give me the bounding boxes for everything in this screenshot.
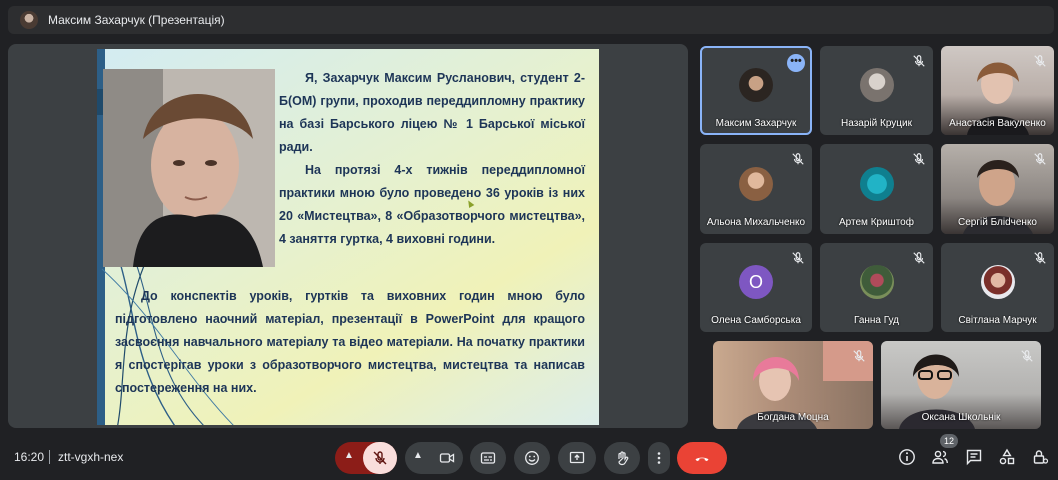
slide-portrait-photo <box>103 69 275 267</box>
participant-tile-oksana[interactable]: Оксана Школьнік <box>881 341 1041 429</box>
divider <box>49 450 50 464</box>
more-options-button[interactable] <box>648 442 670 474</box>
present-icon <box>569 450 585 466</box>
present-screen-button[interactable] <box>558 442 596 474</box>
leave-call-button[interactable] <box>677 442 727 474</box>
camera-control-group: ▲ <box>405 442 463 474</box>
presentation-stage[interactable]: Я, Захарчук Максим Русланович, студент 2… <box>8 44 688 428</box>
participant-name: Артем Криштоф <box>839 217 914 228</box>
participant-avatar <box>859 68 894 103</box>
participant-name: Альона Михальченко <box>706 217 806 228</box>
participant-name: Олена Самборська <box>711 315 801 326</box>
meeting-details-icon[interactable] <box>898 448 916 466</box>
mic-off-icon <box>1033 152 1047 166</box>
presenter-title: Максим Захарчук (Презентація) <box>48 13 225 27</box>
presentation-slide: Я, Захарчук Максим Русланович, студент 2… <box>97 49 599 425</box>
mic-off-icon <box>1020 349 1034 363</box>
participant-tile-maksym[interactable]: ••• Максим Захарчук <box>700 46 812 135</box>
mic-off-icon <box>1033 54 1047 68</box>
mic-options-chevron-icon[interactable]: ▲ <box>344 450 354 461</box>
participant-tile-anastasiia[interactable]: Анастасія Вакуленко <box>941 46 1054 135</box>
activities-icon[interactable] <box>998 448 1016 466</box>
participant-name: Оксана Школьнік <box>921 412 1001 423</box>
mic-off-icon <box>1033 251 1047 265</box>
participant-avatar <box>739 166 773 201</box>
slide-paragraph-3: До конспектів уроків, гуртків та виховни… <box>115 289 585 395</box>
participant-name: Анастасія Вакуленко <box>949 118 1046 129</box>
participant-tile-alona[interactable]: Альона Михальченко <box>700 144 812 234</box>
captions-button[interactable] <box>470 442 506 474</box>
slide-paragraph-materials: До конспектів уроків, гуртків та виховни… <box>115 285 585 400</box>
participant-avatar <box>859 166 894 201</box>
slide-paragraph-intro: Я, Захарчук Максим Русланович, студент 2… <box>279 67 585 251</box>
participant-tile-artem[interactable]: Артем Криштоф <box>820 144 933 234</box>
participant-name: Світлана Марчук <box>958 315 1037 326</box>
reactions-button[interactable] <box>514 442 550 474</box>
hand-icon <box>614 450 630 466</box>
meeting-controls-bar: 16:20 ztt-vgxh-nex ▲ ▲ <box>0 434 1058 480</box>
camera-icon[interactable] <box>439 450 455 466</box>
participant-tile-nazarii[interactable]: Назарій Круцик <box>820 46 933 135</box>
more-vert-icon <box>651 450 667 466</box>
participant-name: Ганна Гуд <box>853 315 900 326</box>
raise-hand-button[interactable] <box>604 442 640 474</box>
slide-paragraph-1: Я, Захарчук Максим Русланович, студент 2… <box>279 71 585 154</box>
participant-avatar <box>980 265 1015 300</box>
meeting-code[interactable]: ztt-vgxh-nex <box>58 450 123 464</box>
emoji-icon <box>524 450 540 466</box>
mic-off-icon <box>852 349 866 363</box>
participant-count-badge: 12 <box>940 434 958 448</box>
participant-name: Богдана Моцна <box>757 412 829 423</box>
more-options-icon[interactable]: ••• <box>787 54 805 72</box>
participant-initial-avatar: О <box>739 265 773 300</box>
participant-name: Сергій Бліdченко <box>958 217 1037 228</box>
mic-off-icon <box>912 54 926 68</box>
participant-tile-serhii[interactable]: Сергій Бліdченко <box>941 144 1054 234</box>
people-icon[interactable] <box>931 448 949 466</box>
participant-tile-bohdana[interactable]: Богдана Моцна <box>713 341 873 429</box>
mic-off-icon <box>791 152 805 166</box>
hang-up-icon <box>694 450 710 466</box>
mic-off-icon <box>791 251 805 265</box>
captions-icon <box>480 450 496 466</box>
presenter-avatar <box>20 11 38 29</box>
chat-icon[interactable] <box>965 448 983 466</box>
slide-paragraph-2: На протязі 4-х тижнів переддипломної пра… <box>279 163 585 246</box>
participant-avatar <box>859 265 894 300</box>
participant-tile-svitlana[interactable]: Світлана Марчук <box>941 243 1054 332</box>
host-controls-lock-icon[interactable] <box>1031 448 1049 466</box>
participant-tile-olena[interactable]: О Олена Самборська <box>700 243 812 332</box>
camera-options-chevron-icon[interactable]: ▲ <box>413 450 423 461</box>
mic-off-icon <box>372 450 388 466</box>
participant-tile-hanna[interactable]: Ганна Гуд <box>820 243 933 332</box>
mic-off-icon <box>912 251 926 265</box>
meeting-clock: 16:20 <box>14 450 45 464</box>
participant-avatar <box>739 68 773 103</box>
mic-off-icon <box>912 152 926 166</box>
microphone-toggle-button[interactable] <box>363 442 397 474</box>
presentation-header: Максим Захарчук (Презентація) <box>8 6 1054 34</box>
participant-name: Максим Захарчук <box>715 118 797 129</box>
participant-name: Назарій Круцик <box>841 118 912 129</box>
